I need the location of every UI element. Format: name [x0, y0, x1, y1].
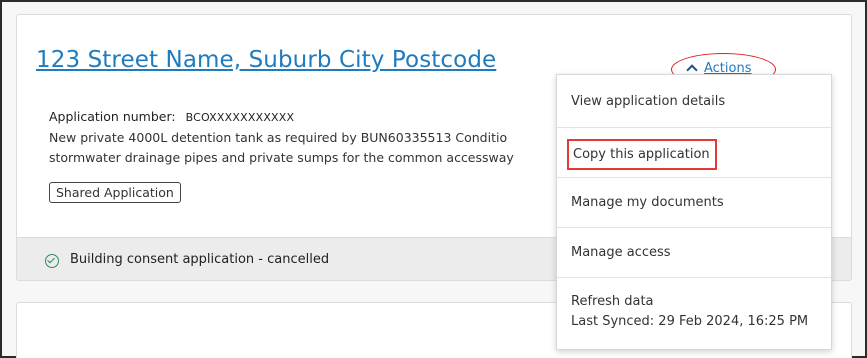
menu-item-label: View application details [571, 94, 726, 109]
menu-item-refresh-data[interactable]: Refresh data Last Synced: 29 Feb 2024, 1… [557, 278, 831, 350]
last-synced-text: Last Synced: 29 Feb 2024, 16:25 PM [571, 314, 809, 329]
application-number-label: Application number: [49, 109, 176, 124]
description-line-2: stormwater drainage pipes and private su… [49, 150, 514, 165]
menu-item-manage-access[interactable]: Manage access [557, 228, 831, 278]
application-number-value: BCOXXXXXXXXXXX [185, 111, 295, 124]
copy-highlight-box: Copy this application [567, 139, 717, 170]
check-circle-icon [45, 254, 59, 268]
menu-item-copy-application[interactable]: Copy this application [557, 128, 831, 178]
application-address-link[interactable]: 123 Street Name, Suburb City Postcode [36, 47, 496, 73]
description-line-1: New private 4000L detention tank as requ… [49, 130, 508, 145]
status-text: Building consent application - cancelled [70, 252, 330, 267]
menu-item-label: Manage access [571, 245, 671, 260]
shared-application-badge: Shared Application [49, 182, 181, 203]
menu-item-view-details[interactable]: View application details [557, 75, 831, 128]
menu-item-label: Copy this application [573, 147, 710, 162]
menu-item-manage-documents[interactable]: Manage my documents [557, 178, 831, 228]
menu-item-label: Refresh data [571, 294, 654, 309]
menu-item-label: Manage my documents [571, 195, 724, 210]
application-number: Application number: BCOXXXXXXXXXXX [49, 109, 294, 124]
window-frame: 123 Street Name, Suburb City Postcode Ap… [0, 0, 867, 358]
application-description: New private 4000L detention tank as requ… [49, 128, 569, 168]
actions-dropdown-menu: View application details Copy this appli… [556, 74, 832, 350]
